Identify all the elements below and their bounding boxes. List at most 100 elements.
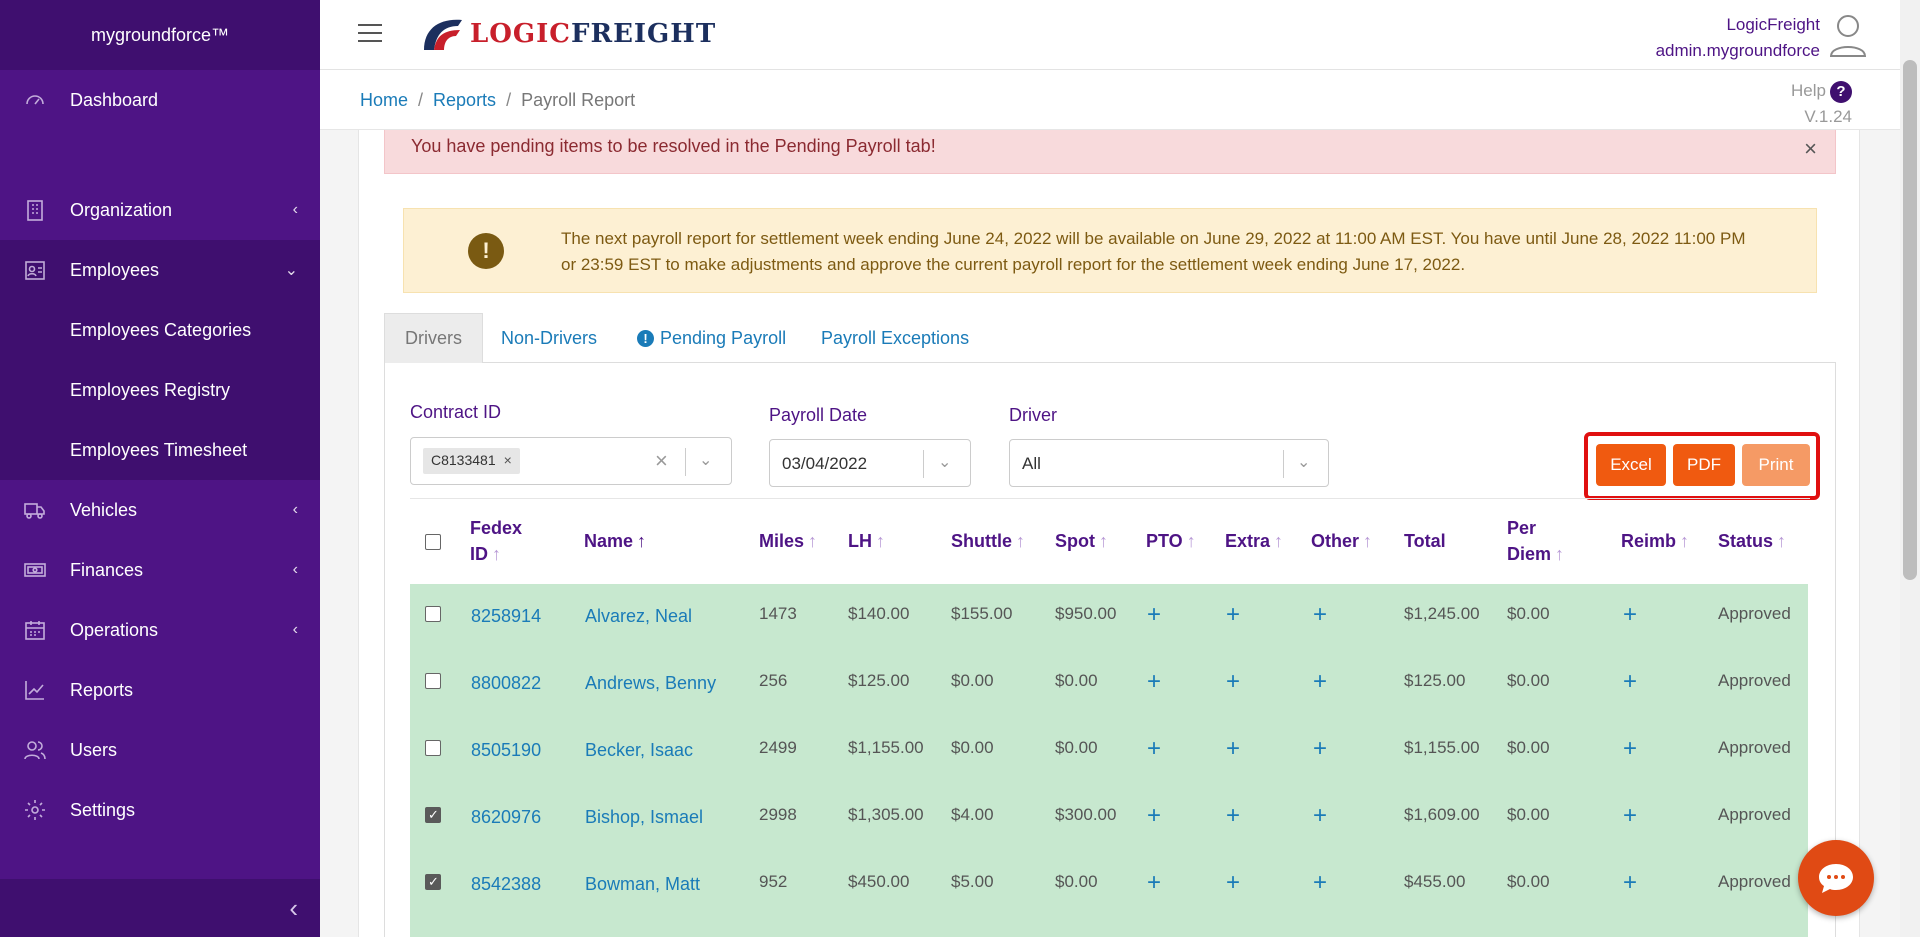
driver-name-link[interactable]: Andrews, Benny — [585, 673, 716, 694]
add-reimb-button[interactable]: + — [1623, 601, 1637, 629]
driver-select[interactable]: All ⌄ — [1009, 439, 1329, 487]
sort-arrow-icon: ↑ — [492, 544, 501, 564]
exclamation-icon: ! — [468, 233, 504, 269]
column-header-spot[interactable]: Spot ↑ — [1055, 528, 1108, 554]
column-header-total[interactable]: Total — [1404, 528, 1446, 554]
excel-button[interactable]: Excel — [1596, 444, 1666, 486]
sidebar-item-users[interactable]: Users — [0, 720, 320, 780]
add-other-button[interactable]: + — [1313, 802, 1327, 830]
add-extra-button[interactable]: + — [1226, 869, 1240, 897]
add-reimb-button[interactable]: + — [1623, 869, 1637, 897]
contract-id-select[interactable]: C8133481 × × ⌄ — [410, 437, 732, 485]
user-avatar-icon[interactable] — [1828, 12, 1868, 58]
row-checkbox[interactable] — [425, 807, 441, 823]
status-cell: Approved — [1718, 805, 1791, 824]
scrollbar-thumb[interactable] — [1903, 60, 1917, 580]
chat-button[interactable] — [1798, 840, 1874, 916]
add-reimb-button[interactable]: + — [1623, 668, 1637, 696]
sidebar-subitem-employees-categories[interactable]: Employees Categories — [0, 300, 320, 360]
row-checkbox[interactable] — [425, 673, 441, 689]
driver-name-link[interactable]: Becker, Isaac — [585, 740, 693, 761]
add-extra-button[interactable]: + — [1226, 601, 1240, 629]
add-extra-button[interactable]: + — [1226, 802, 1240, 830]
remove-chip-icon[interactable]: × — [504, 452, 512, 468]
column-header-name[interactable]: Name ↑ — [584, 528, 646, 554]
shuttle-cell: $155.00 — [951, 604, 1013, 623]
page-scrollbar[interactable] — [1900, 0, 1920, 937]
add-pto-button[interactable]: + — [1147, 601, 1161, 629]
row-checkbox[interactable] — [425, 874, 441, 890]
tab-pending-payroll[interactable]: ! Pending Payroll — [617, 313, 806, 363]
sidebar-subitem-employees-timesheet[interactable]: Employees Timesheet — [0, 420, 320, 480]
chevron-down-icon[interactable]: ⌄ — [938, 452, 951, 472]
collapse-sidebar-icon[interactable]: ‹ — [289, 893, 298, 924]
column-header-reimb[interactable]: Reimb ↑ — [1621, 528, 1689, 554]
add-pto-button[interactable]: + — [1147, 802, 1161, 830]
payroll-date-select[interactable]: 03/04/2022 ⌄ — [769, 439, 971, 487]
select-divider — [923, 450, 924, 478]
fedex-id-link[interactable]: 8542388 — [471, 874, 541, 895]
row-checkbox[interactable] — [425, 740, 441, 756]
sort-arrow-icon: ↑ — [1186, 531, 1196, 551]
sidebar-item-label: Users — [70, 739, 118, 760]
sidebar-item-organization[interactable]: Organization ‹ — [0, 180, 320, 240]
column-header-lh[interactable]: LH ↑ — [848, 528, 885, 554]
clear-icon[interactable]: × — [655, 448, 668, 474]
sidebar-item-reports[interactable]: Reports — [0, 660, 320, 720]
column-header-pto[interactable]: PTO ↑ — [1146, 528, 1196, 554]
add-pto-button[interactable]: + — [1147, 735, 1161, 763]
add-other-button[interactable]: + — [1313, 668, 1327, 696]
column-header-miles[interactable]: Miles ↑ — [759, 528, 817, 554]
tab-payroll-exceptions[interactable]: Payroll Exceptions — [801, 313, 989, 363]
fedex-id-link[interactable]: 8505190 — [471, 740, 541, 761]
fedex-id-link[interactable]: 8258914 — [471, 606, 541, 627]
close-icon[interactable]: × — [1804, 136, 1817, 162]
user-info[interactable]: LogicFreight admin.mygroundforce — [1656, 12, 1820, 64]
add-other-button[interactable]: + — [1313, 601, 1327, 629]
add-pto-button[interactable]: + — [1147, 869, 1161, 897]
tab-drivers[interactable]: Drivers — [384, 313, 483, 363]
column-header-status[interactable]: Status ↑ — [1718, 528, 1786, 554]
driver-label: Driver — [1009, 405, 1057, 425]
pdf-button[interactable]: PDF — [1673, 444, 1735, 486]
sidebar-item-employees[interactable]: Employees ⌄ — [0, 240, 320, 300]
add-other-button[interactable]: + — [1313, 735, 1327, 763]
driver-name-link[interactable]: Bishop, Ismael — [585, 807, 703, 828]
breadcrumb-current: Payroll Report — [521, 90, 636, 110]
column-header-per-diem[interactable]: Per Diem ↑ — [1507, 515, 1564, 567]
tab-non-drivers[interactable]: Non-Drivers — [481, 313, 617, 363]
print-button[interactable]: Print — [1742, 444, 1810, 486]
driver-name-link[interactable]: Bowman, Matt — [585, 874, 700, 895]
sidebar-subitem-employees-registry[interactable]: Employees Registry — [0, 360, 320, 420]
column-header-other[interactable]: Other ↑ — [1311, 528, 1372, 554]
row-checkbox[interactable] — [425, 606, 441, 622]
chevron-down-icon[interactable]: ⌄ — [699, 450, 712, 470]
breadcrumb-reports[interactable]: Reports — [433, 90, 496, 110]
sidebar-item-dashboard[interactable]: Dashboard — [0, 70, 320, 130]
add-other-button[interactable]: + — [1313, 869, 1327, 897]
logicfreight-logo[interactable]: LOGICFREIGHT — [420, 14, 716, 54]
column-header-shuttle[interactable]: Shuttle ↑ — [951, 528, 1025, 554]
sort-arrow-icon: ↑ — [1555, 544, 1565, 564]
chevron-down-icon[interactable]: ⌄ — [1297, 452, 1310, 472]
sidebar-brand[interactable]: mygroundforce™ — [0, 0, 320, 70]
column-header-extra[interactable]: Extra ↑ — [1225, 528, 1283, 554]
driver-name-link[interactable]: Alvarez, Neal — [585, 606, 692, 627]
fedex-id-link[interactable]: 8620976 — [471, 807, 541, 828]
table-body: 8258914 Alvarez, Neal 1473 $140.00 $155.… — [410, 584, 1808, 937]
add-reimb-button[interactable]: + — [1623, 802, 1637, 830]
select-all-checkbox[interactable] — [425, 534, 441, 550]
add-extra-button[interactable]: + — [1226, 735, 1240, 763]
add-reimb-button[interactable]: + — [1623, 735, 1637, 763]
help-link[interactable]: Help? — [1791, 78, 1852, 104]
sidebar-item-settings[interactable]: Settings — [0, 780, 320, 840]
sidebar-item-finances[interactable]: Finances ‹ — [0, 540, 320, 600]
sidebar-item-operations[interactable]: Operations ‹ — [0, 600, 320, 660]
add-pto-button[interactable]: + — [1147, 668, 1161, 696]
sidebar-item-vehicles[interactable]: Vehicles ‹ — [0, 480, 320, 540]
breadcrumb-home[interactable]: Home — [360, 90, 408, 110]
fedex-id-link[interactable]: 8800822 — [471, 673, 541, 694]
column-header-fedex-id[interactable]: Fedex ID ↑ — [470, 515, 522, 567]
hamburger-menu-icon[interactable] — [358, 24, 382, 44]
add-extra-button[interactable]: + — [1226, 668, 1240, 696]
